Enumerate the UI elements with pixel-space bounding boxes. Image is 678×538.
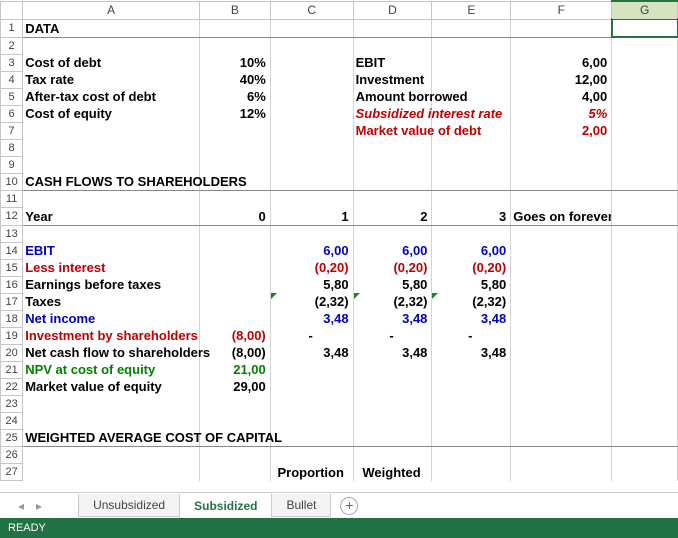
row-mv-equity[interactable]: Market value of equity [23,378,200,395]
row-header[interactable]: 22 [1,378,23,395]
row-header[interactable]: 25 [1,429,23,447]
status-text: READY [8,522,46,534]
year-3[interactable]: 3 [432,208,511,226]
row-header[interactable]: 15 [1,259,23,276]
sheet-tab-bullet[interactable]: Bullet [271,494,331,517]
row-header[interactable]: 26 [1,447,23,464]
row-header[interactable]: 21 [1,361,23,378]
row-ebt[interactable]: Earnings before taxes [23,276,200,293]
sheet-tab-subsidized[interactable]: Subsidized [179,495,272,518]
label-year[interactable]: Year [23,208,200,226]
active-cell[interactable] [612,19,678,37]
row-ebit[interactable]: EBIT [23,242,200,259]
tab-nav-prev-icon[interactable]: ◂ [12,499,30,513]
value-tax-rate[interactable]: 40% [200,71,271,88]
label-investment[interactable]: Investment [353,71,432,88]
col-header-D[interactable]: D [353,1,432,19]
col-header-G[interactable]: G [612,1,678,19]
row-less-interest[interactable]: Less interest [23,259,200,276]
row-header[interactable]: 27 [1,464,23,481]
row-header[interactable]: 20 [1,344,23,361]
row-header[interactable]: 24 [1,412,23,429]
new-sheet-button[interactable]: + [340,497,358,515]
section-title[interactable]: DATA [23,19,200,37]
row-header[interactable]: 17 [1,293,23,310]
status-bar: READY [0,518,678,538]
sheet-tab-strip: ◂ ▸ Unsubsidized Subsidized Bullet + [0,492,678,518]
row-net-income[interactable]: Net income [23,310,200,327]
row-header[interactable]: 6 [1,105,23,122]
row-header[interactable]: 3 [1,54,23,71]
row-header[interactable]: 14 [1,242,23,259]
label-tax-rate[interactable]: Tax rate [23,71,200,88]
row-header[interactable]: 13 [1,225,23,242]
row-header[interactable]: 12 [1,208,23,226]
value-amount-borrowed[interactable]: 4,00 [511,88,612,105]
row-header[interactable]: 9 [1,156,23,173]
value-aftertax-cod[interactable]: 6% [200,88,271,105]
year-2[interactable]: 2 [353,208,432,226]
row-header[interactable]: 1 [1,19,23,37]
label-subsidized-rate[interactable]: Subsidized interest rate [353,105,432,122]
value-investment[interactable]: 12,00 [511,71,612,88]
col-header-A[interactable]: A [23,1,200,19]
value-subsidized-rate[interactable]: 5% [511,105,612,122]
row-header[interactable]: 8 [1,139,23,156]
col-header-B[interactable]: B [200,1,271,19]
row-header[interactable]: 7 [1,122,23,139]
col-header-F[interactable]: F [511,1,612,19]
label-aftertax-cod[interactable]: After-tax cost of debt [23,88,200,105]
value-cost-of-debt[interactable]: 10% [200,54,271,71]
row-header[interactable]: 23 [1,395,23,412]
row-header[interactable]: 19 [1,327,23,344]
year-0[interactable]: 0 [200,208,271,226]
value-mv-debt[interactable]: 2,00 [511,122,612,139]
row-header[interactable]: 5 [1,88,23,105]
label-forever[interactable]: Goes on forever [511,208,612,226]
label-cost-of-equity[interactable]: Cost of equity [23,105,200,122]
section-title[interactable]: WEIGHTED AVERAGE COST OF CAPITAL [23,429,200,447]
col-header-C[interactable]: C [270,1,353,19]
row-header[interactable]: 10 [1,173,23,191]
row-header[interactable]: 16 [1,276,23,293]
row-net-cashflow[interactable]: Net cash flow to shareholders [23,344,200,361]
row-inv-shareholders[interactable]: Investment by shareholders [23,327,200,344]
row-header[interactable]: 11 [1,191,23,208]
section-title[interactable]: CASH FLOWS TO SHAREHOLDERS [23,173,200,191]
select-all-corner[interactable] [1,1,23,19]
label-mv-debt[interactable]: Market value of debt [353,122,432,139]
label-ebit[interactable]: EBIT [353,54,432,71]
year-1[interactable]: 1 [270,208,353,226]
wacc-weighted[interactable]: Weighted [353,464,432,481]
value-cost-of-equity[interactable]: 12% [200,105,271,122]
row-taxes[interactable]: Taxes [23,293,200,310]
row-header[interactable]: 2 [1,37,23,54]
column-header-row[interactable]: A B C D E F G [1,1,678,19]
label-cost-of-debt[interactable]: Cost of debt [23,54,200,71]
label-amount-borrowed[interactable]: Amount borrowed [353,88,432,105]
sheet-tab-unsubsidized[interactable]: Unsubsidized [78,494,180,517]
wacc-proportion[interactable]: Proportion [270,464,353,481]
row-header[interactable]: 4 [1,71,23,88]
col-header-E[interactable]: E [432,1,511,19]
row-header[interactable]: 18 [1,310,23,327]
value-ebit[interactable]: 6,00 [511,54,612,71]
tab-nav-next-icon[interactable]: ▸ [30,499,48,513]
row-npv[interactable]: NPV at cost of equity [23,361,200,378]
worksheet-grid[interactable]: A B C D E F G 1 DATA 2 3 Cost of debt 10… [0,0,678,492]
